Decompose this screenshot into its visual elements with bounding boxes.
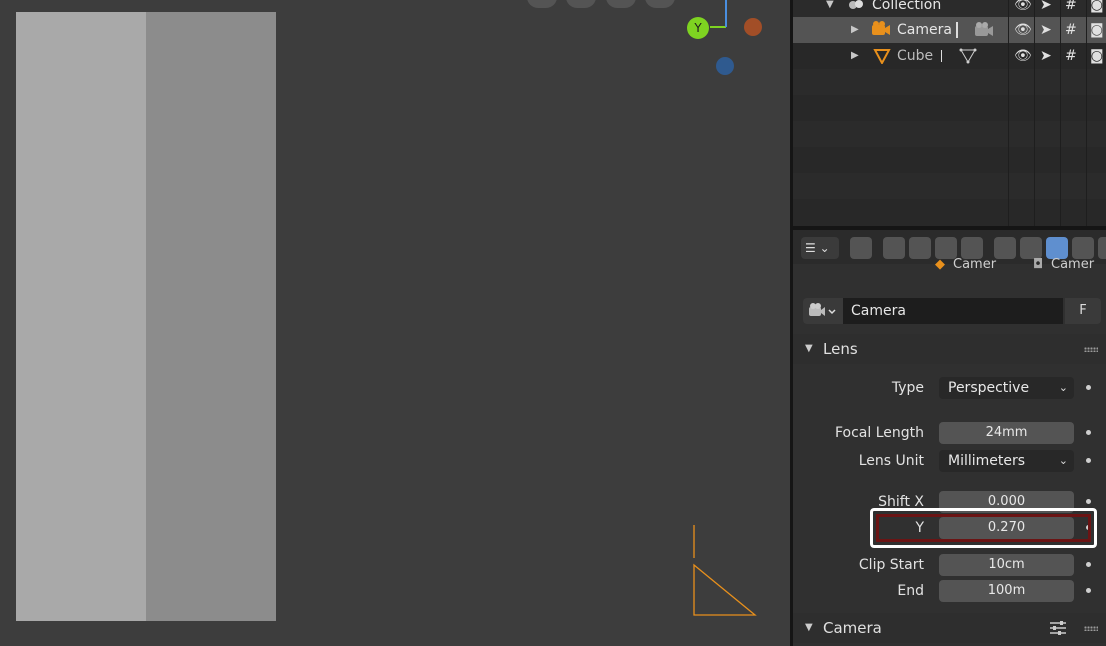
output-tab-icon[interactable] — [909, 237, 931, 259]
lens-unit-label: Lens Unit — [858, 453, 924, 469]
clip-end-label: End — [897, 583, 924, 599]
select-arrow-icon[interactable]: ➤ — [1040, 0, 1052, 18]
cube-expand-icon[interactable]: ▶ — [851, 43, 859, 69]
lens-panel-header[interactable]: ▼ Lens — [793, 334, 1106, 364]
outliner-label-cube: Cube — [897, 48, 934, 64]
fake-user-button[interactable]: F — [1065, 298, 1101, 324]
chevron-down-icon: ⌄ — [1058, 454, 1068, 467]
clip-start-label: Clip Start — [858, 557, 924, 573]
keyframe-dot-icon[interactable] — [1086, 430, 1091, 435]
clip-end-row: End 100m — [793, 579, 1106, 603]
camera-wireframe — [693, 525, 757, 616]
outliner[interactable]: ▼ Collection ▶ Camera ▶ Cube 👁 ➤ # ◙ 👁 ➤… — [793, 0, 1106, 226]
render-tab-icon[interactable] — [883, 237, 905, 259]
camera-crumb-icon: ◘ — [1033, 257, 1044, 272]
camera-data-icon — [809, 303, 836, 316]
properties-editor[interactable]: ☰ ⌄ ◆ Camer ◘ Camer Camera F ▼ Lens Type… — [793, 230, 1106, 646]
render-camera-icon[interactable]: ◙ — [1090, 17, 1104, 43]
viewport-nav-camera-button[interactable] — [566, 0, 596, 8]
lens-panel-title: Lens — [823, 340, 858, 358]
constraints-tab-icon[interactable] — [1020, 237, 1042, 259]
text-cursor — [956, 22, 958, 38]
outliner-label-collection: Collection — [872, 0, 942, 13]
breadcrumb-item: Camer — [1051, 257, 1095, 272]
clip-start-row: Clip Start 10cm — [793, 553, 1106, 577]
lens-type-dropdown[interactable]: Perspective ⌄ — [939, 377, 1074, 399]
object-tab-icon[interactable] — [994, 237, 1016, 259]
camera-panel-header[interactable]: ▼ Camera — [793, 613, 1106, 643]
keyframe-dot-icon[interactable] — [1086, 499, 1091, 504]
lens-type-value: Perspective — [948, 380, 1030, 396]
lens-unit-value: Millimeters — [948, 453, 1026, 469]
gizmo-negative-x-axis[interactable] — [744, 18, 762, 36]
chevron-down-icon: ⌄ — [1058, 381, 1068, 394]
type-row: Type Perspective ⌄ — [793, 376, 1106, 400]
outliner-label-camera: Camera — [897, 22, 952, 38]
gizmo-negative-z-axis[interactable] — [716, 57, 734, 75]
type-label: Type — [891, 380, 924, 396]
camera-expand-icon[interactable]: ▶ — [851, 17, 859, 43]
clip-end-field[interactable]: 100m — [939, 580, 1074, 602]
keyframe-dot-icon[interactable] — [1086, 458, 1091, 463]
collection-icon — [849, 0, 863, 9]
outliner-column-divider — [1060, 0, 1061, 226]
panel-settings-icon[interactable] — [1049, 619, 1067, 637]
lens-unit-row: Lens Unit Millimeters ⌄ — [793, 449, 1106, 473]
viewport-nav-grid-button[interactable] — [527, 0, 557, 8]
keyframe-dot-icon[interactable] — [1086, 562, 1091, 567]
world-tab-icon[interactable] — [961, 237, 983, 259]
render-camera-icon[interactable]: ◙ — [1090, 0, 1104, 18]
mesh-data-icon[interactable] — [959, 48, 977, 64]
eye-icon[interactable]: 👁 — [1014, 17, 1032, 43]
3d-viewport[interactable]: Y — [0, 0, 790, 646]
camera-panel-title: Camera — [823, 619, 882, 637]
breadcrumb-item: Camer — [953, 257, 997, 272]
camera-datablock-selector: Camera F — [803, 298, 1103, 324]
more-tabs-icon[interactable] — [1098, 237, 1106, 259]
camera-view-plane-left — [16, 12, 146, 621]
select-arrow-icon[interactable]: ➤ — [1040, 17, 1052, 43]
camera-data-icon[interactable] — [973, 20, 995, 40]
drag-grip-icon[interactable] — [1084, 626, 1098, 631]
collapse-triangle-icon[interactable]: ▼ — [805, 334, 813, 364]
camera-object-icon — [872, 21, 890, 35]
camera-view-plane-right — [146, 12, 276, 621]
keyframe-dot-icon[interactable] — [1086, 385, 1091, 390]
editor-type-dropdown[interactable]: ☰ ⌄ — [801, 237, 839, 259]
render-camera-icon[interactable]: ◙ — [1090, 43, 1104, 69]
outliner-column-divider — [1086, 0, 1087, 226]
datablock-browse-button[interactable] — [803, 298, 843, 324]
drag-grip-icon[interactable] — [1084, 347, 1098, 352]
select-arrow-icon[interactable]: ➤ — [1040, 43, 1052, 69]
breadcrumb: ◆ Camer ◘ Camer — [793, 257, 1106, 274]
texture-tab-icon[interactable] — [1072, 237, 1094, 259]
grid-icon[interactable]: # — [1065, 43, 1077, 69]
datablock-name-field[interactable]: Camera — [843, 298, 1063, 324]
camera-data-tab-icon[interactable] — [1046, 237, 1068, 259]
focal-length-label: Focal Length — [834, 425, 924, 441]
gizmo-y-axis[interactable]: Y — [687, 17, 709, 39]
outliner-column-divider — [1008, 0, 1009, 226]
eye-icon[interactable]: 👁 — [1014, 43, 1032, 69]
collapse-triangle-icon[interactable]: ▼ — [805, 613, 813, 643]
grid-icon[interactable]: # — [1065, 17, 1077, 43]
outliner-column-divider — [1034, 0, 1035, 226]
lens-unit-dropdown[interactable]: Millimeters ⌄ — [939, 450, 1074, 472]
tool-tab-icon[interactable] — [850, 237, 872, 259]
viewport-nav-orbit-button[interactable] — [606, 0, 636, 8]
scene-tab-icon[interactable] — [935, 237, 957, 259]
focal-length-row: Focal Length 24mm — [793, 421, 1106, 445]
collection-expand-icon[interactable]: ▼ — [826, 0, 834, 18]
mesh-object-icon — [873, 49, 891, 64]
highlight-box-inner — [876, 514, 1091, 542]
cube-name-separator — [941, 50, 942, 62]
viewport-nav-pan-button[interactable] — [645, 0, 675, 8]
object-crumb-icon: ◆ — [935, 257, 945, 272]
keyframe-dot-icon[interactable] — [1086, 588, 1091, 593]
eye-icon[interactable]: 👁 — [1014, 0, 1032, 18]
grid-icon[interactable]: # — [1065, 0, 1077, 18]
focal-length-field[interactable]: 24mm — [939, 422, 1074, 444]
clip-start-field[interactable]: 10cm — [939, 554, 1074, 576]
